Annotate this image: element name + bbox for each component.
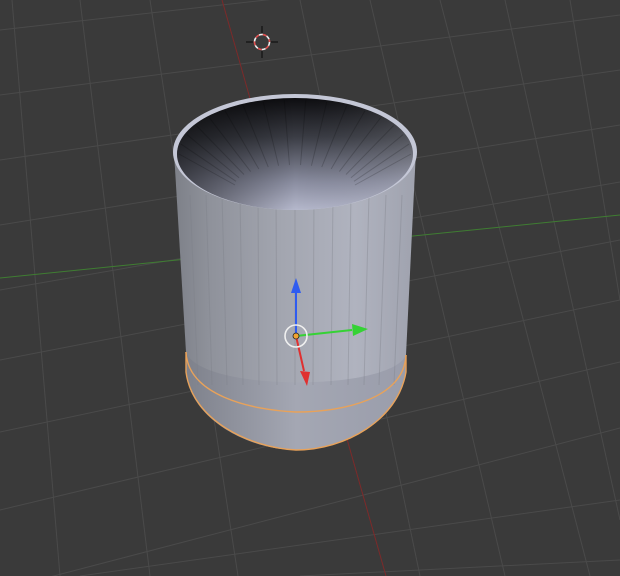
- mesh-opening-shade: [177, 98, 413, 210]
- cylinder-cup-mesh[interactable]: [173, 94, 417, 451]
- grid-line: [0, 0, 271, 31]
- pivot-point-icon: [292, 332, 300, 340]
- grid-line: [51, 427, 620, 576]
- grid-line: [569, 0, 620, 301]
- 3d-cursor-icon[interactable]: [246, 26, 278, 58]
- 3d-viewport[interactable]: [0, 0, 620, 576]
- viewport-canvas[interactable]: [0, 0, 620, 576]
- grid-line: [79, 499, 620, 576]
- grid-line: [11, 0, 61, 576]
- grid-line: [439, 0, 591, 576]
- grid-line: [299, 559, 620, 576]
- grid-line: [79, 0, 151, 576]
